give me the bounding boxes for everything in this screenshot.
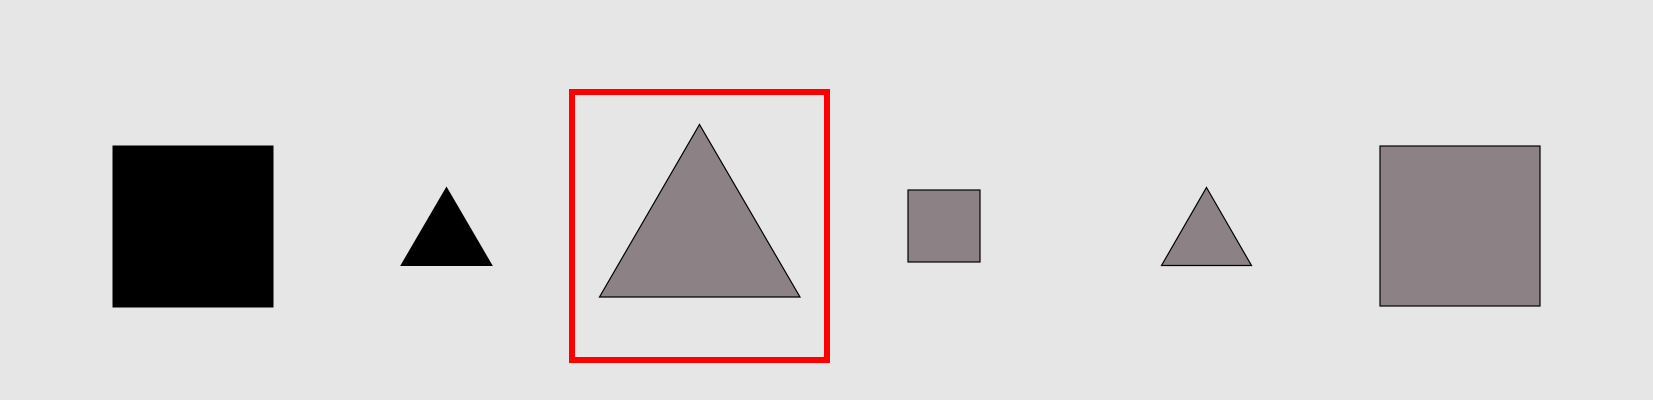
shape-canvas xyxy=(0,0,1653,400)
large-black-square[interactable] xyxy=(112,145,274,308)
small-gray-square[interactable] xyxy=(907,189,981,263)
large-gray-square[interactable] xyxy=(1379,145,1541,307)
